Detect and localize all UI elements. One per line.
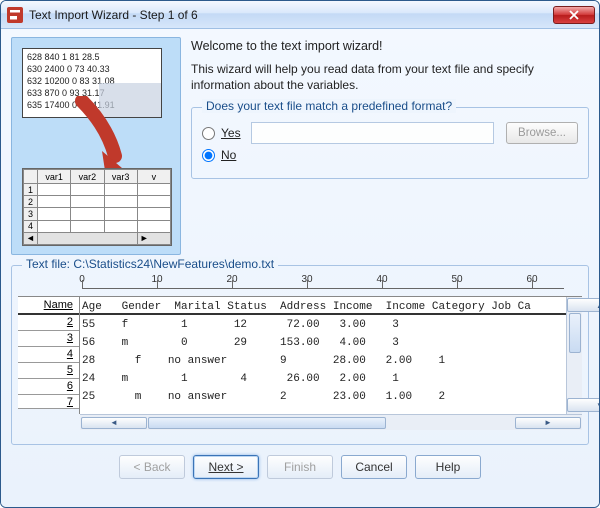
next-button[interactable]: Next > bbox=[193, 455, 259, 479]
scroll-right-icon[interactable]: ► bbox=[515, 417, 581, 429]
row-num[interactable]: 4 bbox=[18, 347, 79, 363]
radio-no-label[interactable]: No bbox=[221, 148, 236, 162]
finish-button: Finish bbox=[267, 455, 333, 479]
radio-no[interactable] bbox=[202, 149, 215, 162]
format-legend: Does your text file match a predefined f… bbox=[202, 99, 456, 113]
row-num[interactable]: 6 bbox=[18, 379, 79, 395]
button-bar: < Back Next > Finish Cancel Help bbox=[11, 455, 589, 479]
radio-yes[interactable] bbox=[202, 127, 215, 140]
scroll-left-icon[interactable]: ◄ bbox=[81, 417, 147, 429]
format-fieldset: Does your text file match a predefined f… bbox=[191, 107, 589, 179]
welcome-heading: Welcome to the text import wizard! bbox=[191, 39, 589, 53]
scroll-down-icon[interactable]: ▼ bbox=[567, 398, 600, 412]
scroll-thumb[interactable] bbox=[569, 313, 581, 353]
help-button[interactable]: Help bbox=[415, 455, 481, 479]
scroll-up-icon[interactable]: ▲ bbox=[567, 298, 600, 312]
title-bar[interactable]: Text Import Wizard - Step 1 of 6 bbox=[1, 1, 599, 29]
name-header[interactable]: Name bbox=[18, 297, 79, 315]
app-icon bbox=[7, 7, 23, 23]
column-headers: Age Gender Marital Status Address Income… bbox=[80, 297, 566, 315]
radio-yes-label[interactable]: Yes bbox=[221, 126, 241, 140]
data-row: 24 m 1 4 26.00 2.00 1 bbox=[80, 369, 566, 387]
close-button[interactable] bbox=[553, 6, 595, 24]
preview-grid: Name 2 3 4 5 6 7 Age Gender Marital Stat… bbox=[18, 296, 582, 414]
preview-legend: Text file: C:\Statistics24\NewFeatures\d… bbox=[22, 257, 278, 271]
data-row: 28 f no answer 9 28.00 2.00 1 bbox=[80, 351, 566, 369]
data-row: 25 m no answer 2 23.00 1.00 2 bbox=[80, 387, 566, 405]
back-button: < Back bbox=[119, 455, 185, 479]
preview-fieldset: Text file: C:\Statistics24\NewFeatures\d… bbox=[11, 265, 589, 445]
data-area[interactable]: Age Gender Marital Status Address Income… bbox=[80, 297, 566, 414]
wizard-illustration: 628 840 1 81 28.5 630 2400 0 73 40.33 63… bbox=[11, 37, 181, 255]
wizard-description: This wizard will help you read data from… bbox=[191, 61, 589, 93]
horizontal-scrollbar[interactable]: ◄ ► bbox=[80, 414, 582, 430]
format-path-input[interactable] bbox=[251, 122, 494, 144]
browse-button: Browse... bbox=[506, 122, 578, 144]
illus-grid: var1var2var3v 1 2 3 4 ◄► bbox=[22, 168, 172, 246]
ruler: 0 10 20 30 40 50 60 bbox=[82, 274, 582, 296]
dialog-window: Text Import Wizard - Step 1 of 6 628 840… bbox=[0, 0, 600, 508]
row-num[interactable]: 7 bbox=[18, 395, 79, 409]
data-row: 55 f 1 12 72.00 3.00 3 bbox=[80, 315, 566, 333]
cancel-button[interactable]: Cancel bbox=[341, 455, 407, 479]
row-num[interactable]: 2 bbox=[18, 315, 79, 331]
row-num[interactable]: 5 bbox=[18, 363, 79, 379]
close-icon bbox=[569, 10, 579, 20]
vertical-scrollbar[interactable]: ▲ ▼ bbox=[566, 297, 582, 414]
dialog-body: 628 840 1 81 28.5 630 2400 0 73 40.33 63… bbox=[1, 29, 599, 507]
illus-raw-text: 628 840 1 81 28.5 630 2400 0 73 40.33 63… bbox=[22, 48, 162, 118]
data-row: 56 m 0 29 153.00 4.00 3 bbox=[80, 333, 566, 351]
window-title: Text Import Wizard - Step 1 of 6 bbox=[29, 8, 553, 22]
file-path: C:\Statistics24\NewFeatures\demo.txt bbox=[73, 257, 274, 271]
row-num[interactable]: 3 bbox=[18, 331, 79, 347]
row-number-column: Name 2 3 4 5 6 7 bbox=[18, 297, 80, 414]
scroll-thumb[interactable] bbox=[148, 417, 386, 429]
